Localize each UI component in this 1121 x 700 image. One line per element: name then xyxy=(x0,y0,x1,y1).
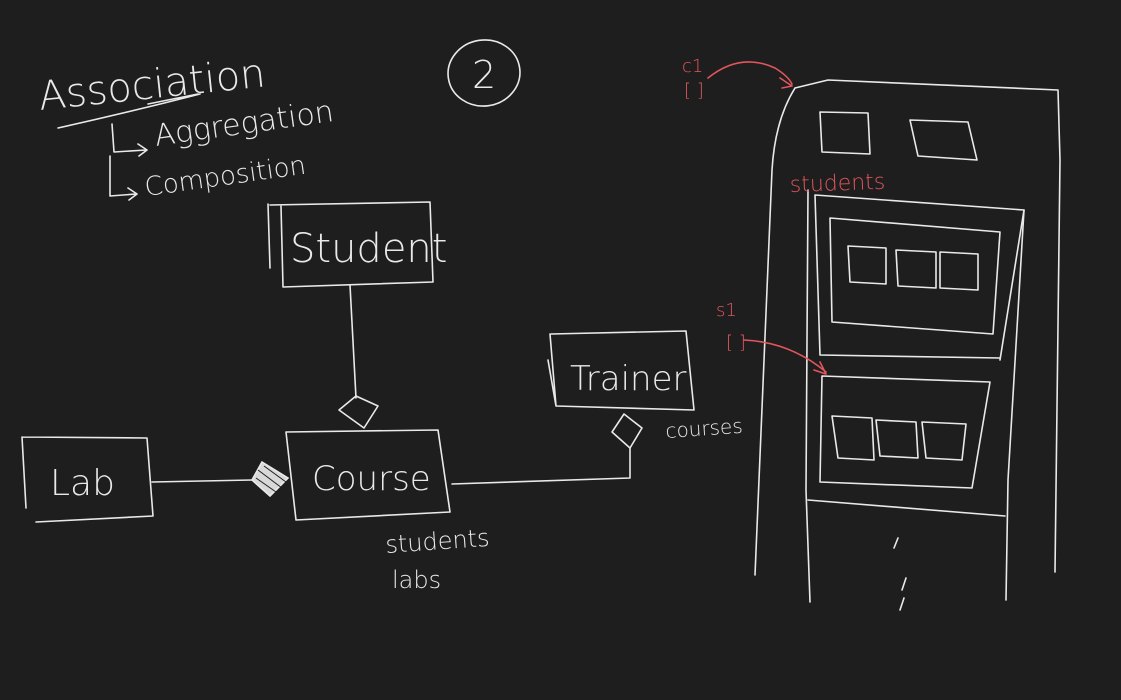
memory-sketch: students c1 [ ] s1 [ ] xyxy=(682,56,1061,611)
lab-cell-3 xyxy=(921,421,967,461)
student-class-label: Student xyxy=(290,226,447,272)
student-cell-1 xyxy=(847,245,887,285)
uml-diagram: Student Course Lab Trainer students labs xyxy=(21,201,744,594)
ref-c1-label: c1 xyxy=(682,56,703,77)
lab-cell-2 xyxy=(875,419,919,459)
course-fields-students: students xyxy=(384,524,490,559)
course-class-label: Course xyxy=(312,459,431,499)
course-fields-labs: labs xyxy=(392,566,441,594)
trainer-class-box: Trainer xyxy=(547,330,695,411)
ref-s1-arrow xyxy=(743,339,827,375)
composition-label: Composition xyxy=(143,151,308,203)
students-array xyxy=(829,217,1001,335)
heap-students-label: students xyxy=(789,170,885,198)
arrow-aggregation xyxy=(111,123,148,157)
object-slot-1 xyxy=(819,111,871,155)
ref-c1-arrow xyxy=(707,61,793,89)
student-cell-2 xyxy=(895,249,937,289)
heap-divider xyxy=(807,499,1006,517)
ref-s1-label: s1 xyxy=(716,300,737,321)
object-slot-2 xyxy=(909,119,978,161)
lab-class-label: Lab xyxy=(50,463,115,504)
arrow-composition xyxy=(109,155,138,201)
lab-class-box: Lab xyxy=(21,436,154,523)
aggregation-diamond-trainer xyxy=(611,413,643,449)
heap-inner-frame xyxy=(805,189,1025,603)
student-course-link xyxy=(349,284,357,399)
lab-course-link xyxy=(151,479,253,483)
trainer-field-courses: courses xyxy=(665,414,744,443)
continuation-marks xyxy=(893,537,907,611)
page-number-circle: 2 xyxy=(447,39,521,107)
association-notes: Association Aggregation Composition xyxy=(36,50,336,203)
student-class-box: Student xyxy=(267,201,447,288)
ref-s1-box: [ ] xyxy=(726,332,746,353)
ref-c1-box: [ ] xyxy=(684,80,704,101)
student-cell-3 xyxy=(939,251,979,291)
page-number: 2 xyxy=(472,53,496,97)
course-trainer-link xyxy=(451,447,631,485)
trainer-class-label: Trainer xyxy=(570,359,686,399)
lab-cell-1 xyxy=(831,415,875,461)
aggregation-diamond-student xyxy=(338,395,379,429)
whiteboard-canvas: Association Aggregation Composition 2 St… xyxy=(21,39,1061,611)
course-class-box: Course xyxy=(285,429,451,521)
